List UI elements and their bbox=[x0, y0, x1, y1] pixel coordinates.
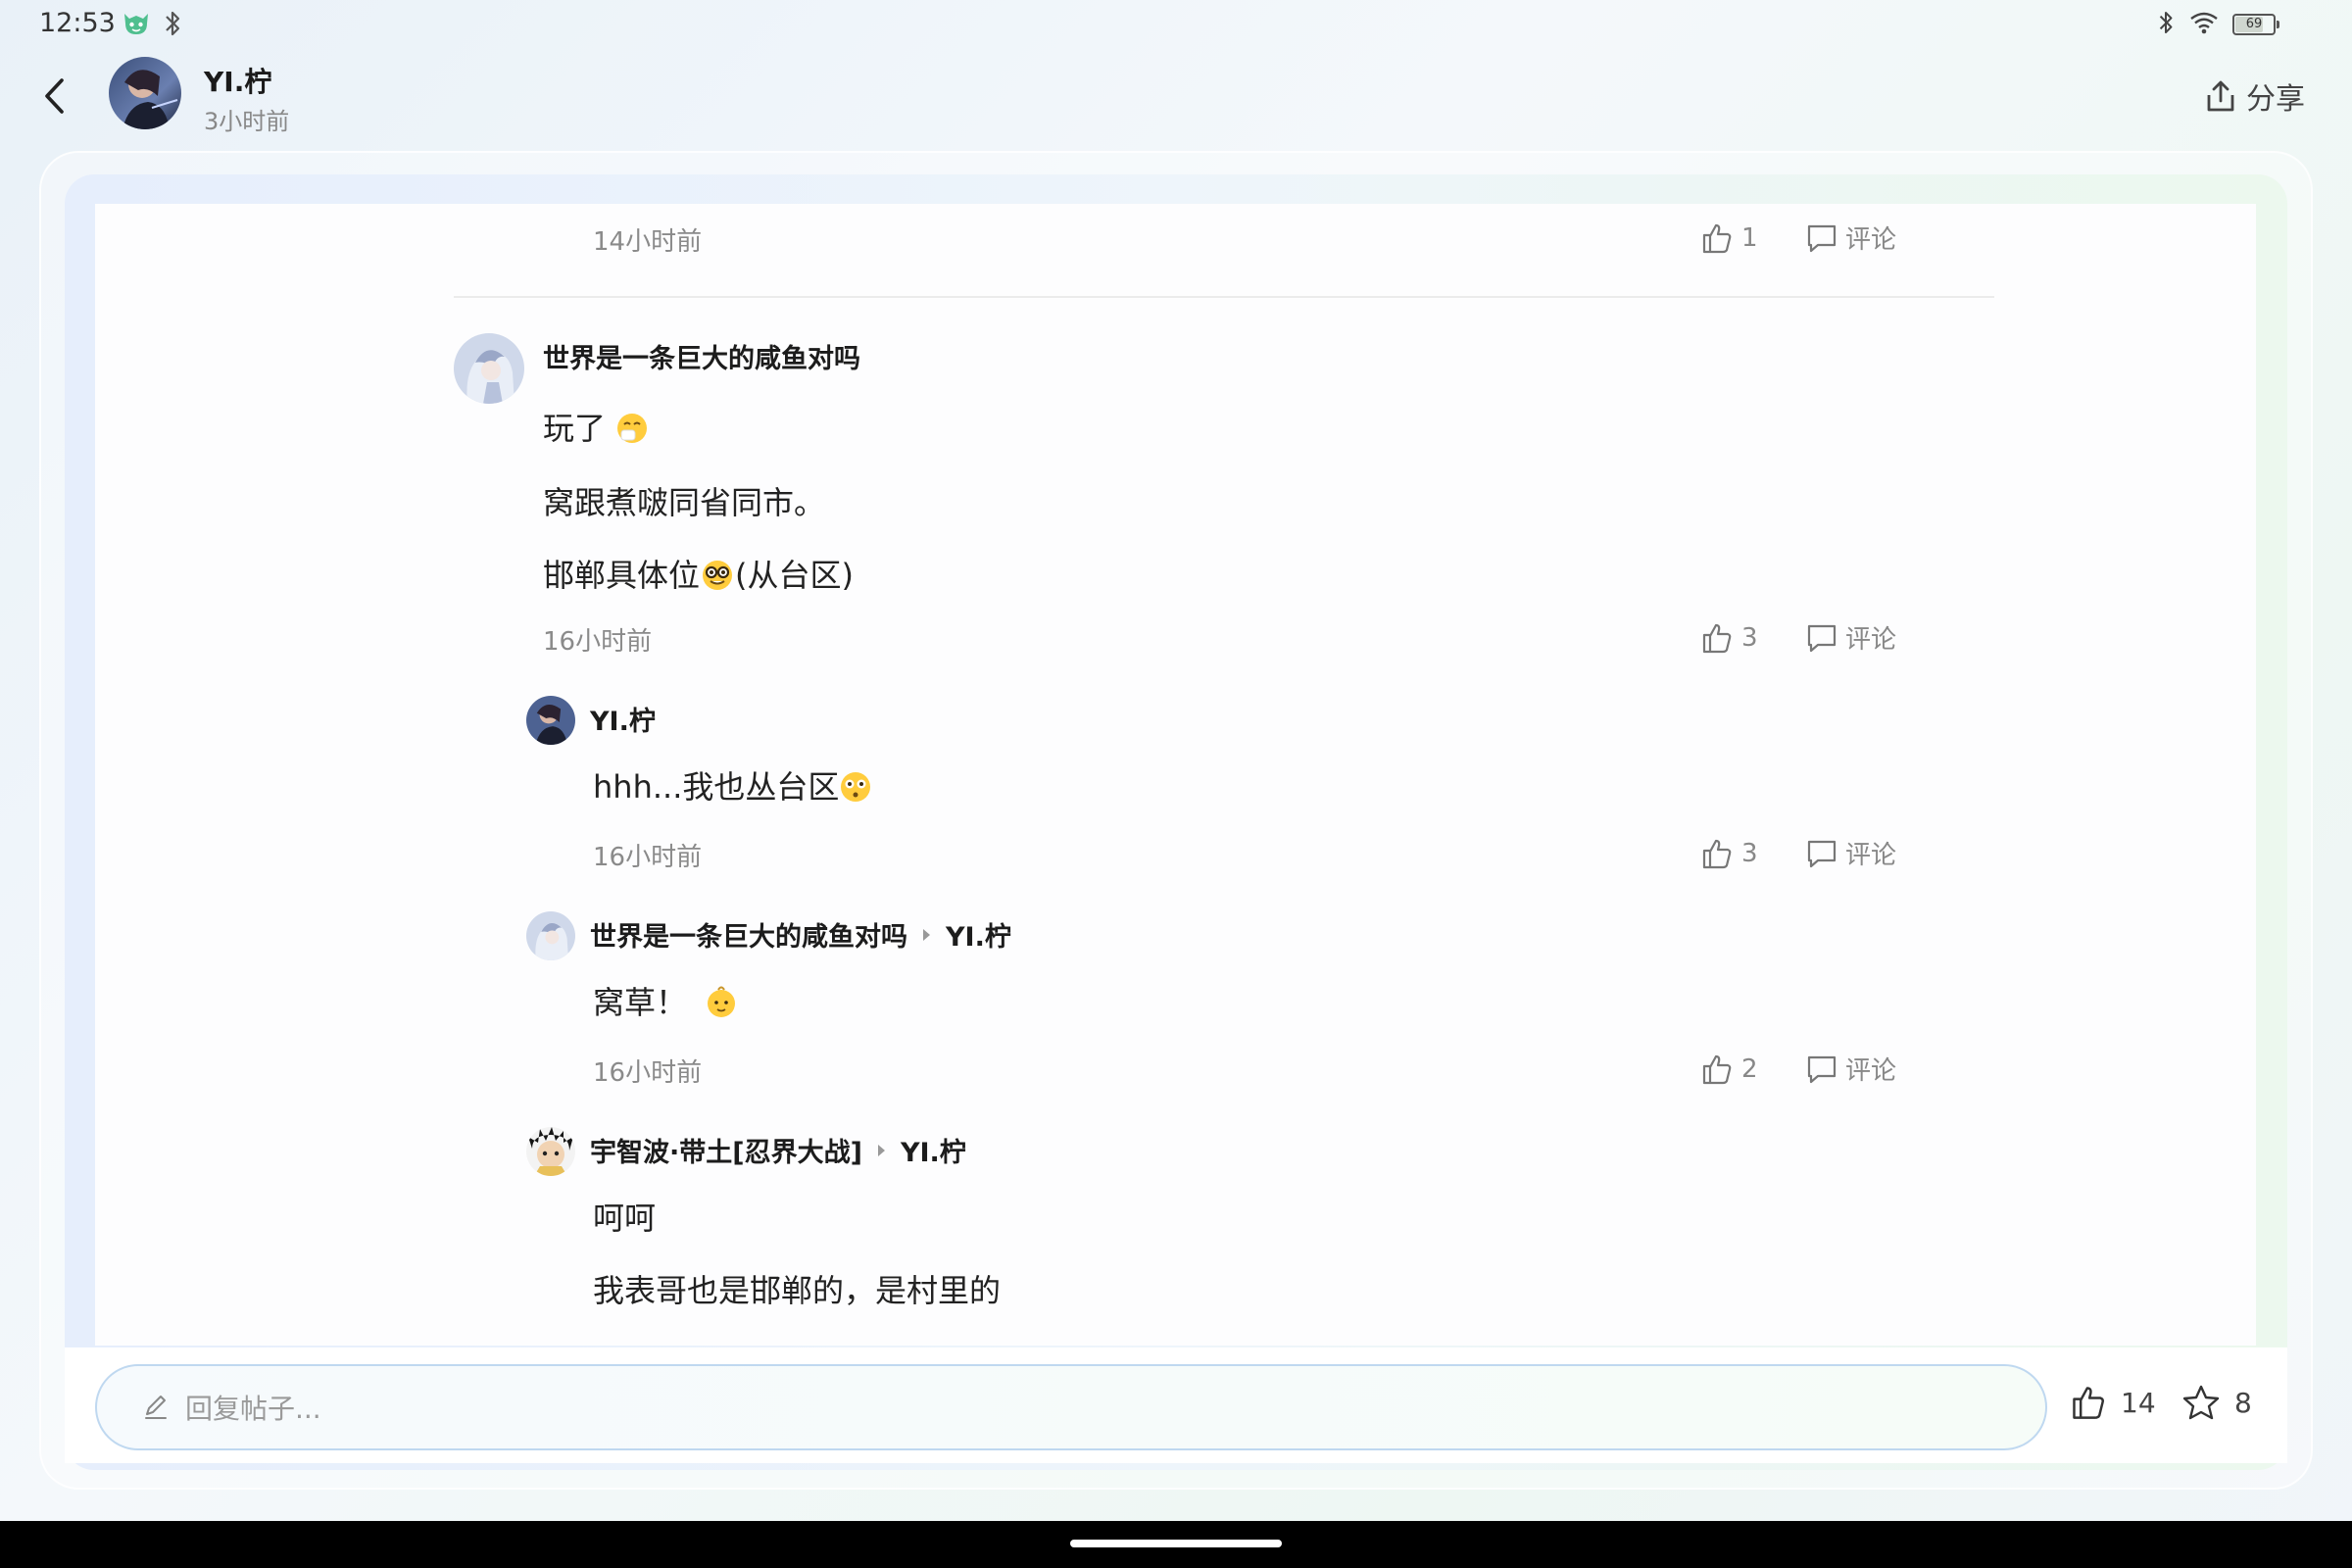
comment-time: 16小时前 bbox=[593, 1058, 703, 1088]
back-button[interactable] bbox=[29, 69, 78, 123]
thumbs-up-icon bbox=[1702, 223, 1732, 253]
comment-bubble-icon bbox=[1807, 624, 1837, 652]
comment-label: 评论 bbox=[1844, 841, 1896, 870]
commenter-name[interactable]: 宇智波·带土[忍界大战] bbox=[590, 1131, 862, 1169]
like-count: 1 bbox=[1741, 222, 1758, 253]
chevron-left-icon bbox=[45, 78, 64, 114]
post-like-count: 14 bbox=[2121, 1386, 2156, 1419]
thumbs-up-icon bbox=[1702, 623, 1732, 653]
like-count: 2 bbox=[1741, 1054, 1758, 1084]
comment-bubble-icon bbox=[1807, 840, 1837, 867]
thumbs-up-icon bbox=[1702, 1054, 1732, 1084]
comment-time: 14小时前 bbox=[593, 227, 703, 257]
comment-time: 16小时前 bbox=[593, 843, 703, 872]
reply-target-name[interactable]: YI.柠 bbox=[901, 1131, 966, 1169]
star-icon bbox=[2182, 1385, 2220, 1420]
reply-header: 宇智波·带土[忍界大战] YI.柠 bbox=[590, 1131, 966, 1169]
bluetooth-icon bbox=[2156, 9, 2176, 40]
share-icon bbox=[2207, 80, 2234, 112]
favorite-button[interactable]: 8 bbox=[2181, 1384, 2252, 1421]
status-icons: 69 bbox=[2156, 9, 2279, 40]
comment-text-line: 玩了 bbox=[543, 404, 649, 453]
like-button[interactable]: 2 bbox=[1700, 1053, 1758, 1086]
reply-header: 世界是一条巨大的咸鱼对吗 YI.柠 bbox=[590, 915, 1011, 954]
pencil-icon bbox=[145, 1396, 167, 1419]
status-time: 12:53 bbox=[39, 8, 116, 38]
comment-button[interactable]: 评论 bbox=[1806, 220, 1896, 256]
app-notification-icon bbox=[122, 10, 151, 37]
bluetooth-icon bbox=[162, 9, 183, 38]
commenter-avatar[interactable] bbox=[526, 696, 575, 745]
reply-placeholder: 回复帖子... bbox=[185, 1393, 321, 1425]
comment-label: 评论 bbox=[1844, 625, 1896, 655]
share-button[interactable]: 分享 bbox=[2205, 74, 2305, 118]
post-time: 3小时前 bbox=[204, 108, 290, 135]
reply-target-name[interactable]: YI.柠 bbox=[946, 915, 1011, 954]
commenter-avatar[interactable] bbox=[526, 1127, 575, 1176]
like-button[interactable]: 3 bbox=[1700, 621, 1758, 655]
post-like-button[interactable]: 14 bbox=[2070, 1384, 2156, 1421]
comment-label: 评论 bbox=[1844, 1056, 1896, 1086]
author-avatar[interactable] bbox=[109, 57, 181, 129]
commenter-name[interactable]: YI.柠 bbox=[590, 700, 656, 738]
baby-face-icon bbox=[705, 984, 738, 1027]
comment-button[interactable]: 评论 bbox=[1806, 835, 1896, 871]
comment-actions: 2 评论 bbox=[1700, 1051, 1896, 1087]
reply-arrow-icon bbox=[877, 1144, 885, 1156]
comment-text-line: 呵呵 bbox=[593, 1200, 657, 1237]
share-label: 分享 bbox=[2246, 82, 2305, 117]
sneezing-face-icon bbox=[615, 412, 649, 453]
comments-list[interactable]: 14小时前 1 评论 世界是一条巨大的咸鱼对吗 玩了 窝跟煮啵同省同市。 邯郸具… bbox=[95, 204, 2256, 1346]
comment-actions: 1 评论 bbox=[1700, 220, 1896, 256]
commenter-avatar[interactable] bbox=[526, 911, 575, 960]
comment-bubble-icon bbox=[1807, 1055, 1837, 1083]
author-name[interactable]: YI.柠 bbox=[204, 61, 271, 100]
comment-time: 16小时前 bbox=[543, 627, 653, 657]
comment-text-line: 窝跟煮啵同省同市。 bbox=[543, 484, 826, 521]
like-button[interactable]: 3 bbox=[1700, 837, 1758, 870]
comment-text-line: 邯郸具体位 (从台区) bbox=[543, 551, 854, 600]
wifi-icon bbox=[2189, 11, 2219, 38]
battery-icon: 69 bbox=[2232, 14, 2279, 35]
comment-actions: 3 评论 bbox=[1700, 619, 1896, 656]
comment-text-line: hhh...我也丛台区 bbox=[593, 762, 872, 811]
reply-arrow-icon bbox=[923, 928, 930, 941]
favorite-count: 8 bbox=[2234, 1386, 2252, 1419]
comment-text-line: 窝草！ bbox=[593, 978, 738, 1027]
home-gesture-handle[interactable] bbox=[1070, 1540, 1282, 1547]
like-count: 3 bbox=[1741, 622, 1758, 653]
thumbs-up-icon bbox=[2073, 1387, 2105, 1419]
flushed-face-icon bbox=[839, 770, 872, 811]
commenter-avatar[interactable] bbox=[454, 333, 524, 404]
battery-level: 69 bbox=[2245, 17, 2263, 31]
nerd-face-icon bbox=[700, 559, 735, 600]
commenter-name[interactable]: 世界是一条巨大的咸鱼对吗 bbox=[543, 337, 860, 375]
comment-button[interactable]: 评论 bbox=[1806, 1051, 1896, 1087]
comment-actions: 3 评论 bbox=[1700, 835, 1896, 871]
thumbs-up-icon bbox=[1702, 839, 1732, 868]
like-button[interactable]: 1 bbox=[1700, 221, 1758, 255]
comment-button[interactable]: 评论 bbox=[1806, 619, 1896, 656]
divider bbox=[454, 296, 1994, 298]
comment-label: 评论 bbox=[1844, 225, 1896, 255]
comment-bubble-icon bbox=[1807, 224, 1837, 252]
like-count: 3 bbox=[1741, 838, 1758, 868]
comment-text-line: 我表哥也是邯郸的，是村里的 bbox=[593, 1272, 1002, 1309]
commenter-name[interactable]: 世界是一条巨大的咸鱼对吗 bbox=[590, 915, 907, 954]
reply-input[interactable]: 回复帖子... bbox=[95, 1364, 2047, 1450]
